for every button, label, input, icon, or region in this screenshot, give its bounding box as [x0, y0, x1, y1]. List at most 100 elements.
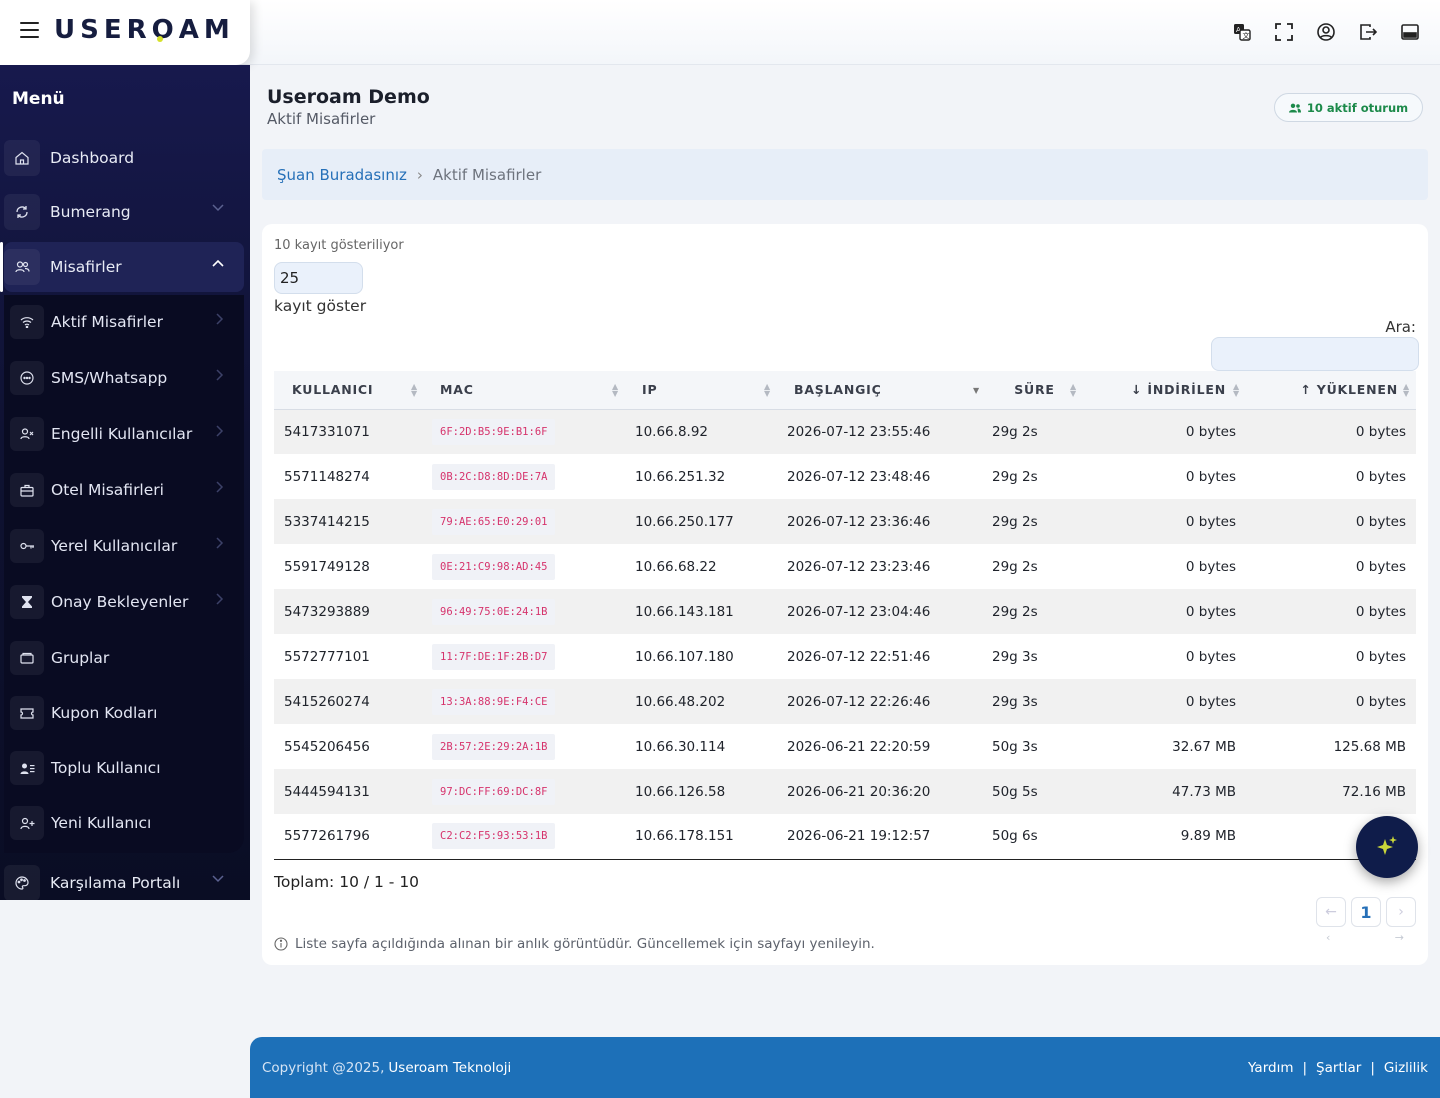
- sidebar-item-aktif-misafirler[interactable]: Aktif Misafirler: [4, 299, 244, 345]
- footer-link-yardim[interactable]: Yardım: [1248, 1060, 1293, 1076]
- table-row[interactable]: 5415260274 13:3A:88:9E:F4:CE 10.66.48.202 2…: [274, 679, 1416, 724]
- table-row[interactable]: 5577261796 C2:C2:F5:93:53:1B 10.66.178.151…: [274, 814, 1416, 859]
- cell-ip: 10.66.68.22: [635, 558, 717, 575]
- cell-downloaded: 32.67 MB: [1172, 738, 1236, 755]
- footer-link-gizlilik[interactable]: Gizlilik: [1384, 1060, 1428, 1076]
- cell-uploaded: 0 bytes: [1355, 513, 1406, 530]
- wifi-icon: [10, 305, 44, 339]
- prev-page-button[interactable]: ←: [1316, 897, 1346, 927]
- chevron-up-icon: [212, 259, 224, 267]
- footer-separator: |: [1302, 1059, 1308, 1076]
- table-row[interactable]: 5444594131 97:DC:FF:69:DC:8F 10.66.126.58 2…: [274, 769, 1416, 814]
- table-row[interactable]: 5337414215 79:AE:65:E0:29:01 10.66.250.177…: [274, 499, 1416, 544]
- ai-assistant-button[interactable]: [1356, 816, 1418, 878]
- panel-icon[interactable]: [1400, 22, 1420, 42]
- mac-address-code: 0E:21:C9:98:AD:45: [432, 553, 556, 580]
- refresh-icon: [4, 194, 40, 230]
- translate-icon[interactable]: A文: [1232, 22, 1252, 42]
- column-header-yuklenen[interactable]: ↑ YÜKLENEN ▲ ▼: [1246, 371, 1416, 410]
- column-header-baslangic[interactable]: BAŞLANGIÇ ▼: [777, 371, 986, 410]
- cell-start: 2026-07-12 23:48:46: [787, 468, 931, 485]
- column-header-label: BAŞLANGIÇ: [794, 382, 882, 398]
- sidebar-item-bumerang[interactable]: Bumerang: [4, 187, 244, 237]
- page-length-select[interactable]: 25: [274, 262, 363, 294]
- cell-user: 5572777101: [284, 648, 370, 665]
- table-row[interactable]: 5591749128 0E:21:C9:98:AD:45 10.66.68.22 20…: [274, 544, 1416, 589]
- page-1-button[interactable]: 1: [1351, 897, 1381, 927]
- search-label: Ara:: [1385, 318, 1416, 336]
- cell-uploaded: 0 bytes: [1355, 423, 1406, 440]
- next-page-button[interactable]: ›: [1386, 897, 1416, 927]
- sidebar-item-otel-misafirleri[interactable]: Otel Misafirleri: [4, 467, 244, 513]
- sidebar-item-gruplar[interactable]: Gruplar: [4, 635, 244, 681]
- page-title: Useroam Demo: [267, 86, 430, 108]
- cell-uploaded: 0 bytes: [1355, 603, 1406, 620]
- search-input[interactable]: [1211, 337, 1419, 371]
- cell-ip: 10.66.48.202: [635, 693, 726, 710]
- submenu-item-label: SMS/Whatsapp: [51, 369, 168, 387]
- sidebar-item-toplu-kullanici[interactable]: Toplu Kullanıcı: [4, 745, 244, 791]
- cell-duration: 50g 5s: [992, 783, 1038, 800]
- sidebar-item-dashboard[interactable]: Dashboard: [4, 133, 244, 183]
- chevron-right-icon: [216, 593, 224, 605]
- active-session-badge[interactable]: 10 aktif oturum: [1274, 93, 1423, 122]
- table-row[interactable]: 5473293889 96:49:75:0E:24:1B 10.66.143.181…: [274, 589, 1416, 634]
- cell-mac: 13:3A:88:9E:F4:CE: [424, 679, 625, 724]
- sidebar-item-onay-bekleyenler[interactable]: Onay Bekleyenler: [4, 579, 244, 625]
- column-header-indirilen[interactable]: ↓ İNDİRİLEN ▲ ▼: [1083, 371, 1246, 410]
- prev-small-arrow[interactable]: ‹: [1326, 931, 1330, 944]
- chevron-right-icon: [216, 369, 224, 381]
- cell-ip: 10.66.251.32: [635, 468, 726, 485]
- sidebar-item-engelli-kullanicilar[interactable]: Engelli Kullanıcılar: [4, 411, 244, 457]
- cell-downloaded: 0 bytes: [1185, 423, 1236, 440]
- chevron-right-icon: [216, 481, 224, 493]
- next-small-arrow[interactable]: →: [1395, 931, 1404, 944]
- table-row[interactable]: 5417331071 6F:2D:B5:9E:B1:6F 10.66.8.92 202…: [274, 409, 1416, 454]
- cell-user: 5577261796: [284, 828, 370, 845]
- cell-user: 5571148274: [284, 468, 370, 485]
- submenu-misafirler: Aktif Misafirler SMS/Whatsapp Engelli Ku…: [4, 295, 244, 853]
- top-bar: USEROAM A文: [0, 0, 1440, 65]
- sidebar-item-karsilama-portali[interactable]: Karşılama Portalı: [4, 858, 244, 900]
- sidebar-item-sms-whatsapp[interactable]: SMS/Whatsapp: [4, 355, 244, 401]
- cell-start: 2026-07-12 23:55:46: [787, 423, 931, 440]
- column-header-mac[interactable]: MAC ▲ ▼: [424, 371, 625, 410]
- column-header-kullanici[interactable]: KULLANICI ▲ ▼: [274, 371, 424, 410]
- company-link[interactable]: Useroam Teknoloji: [388, 1060, 511, 1076]
- active-guests-table: KULLANICI ▲ ▼ MAC ▲ ▼ IP ▲ ▼ BAŞLANGIÇ ▼ SÜRE ▲ ▼…: [274, 371, 1416, 860]
- chevron-down-icon: [212, 204, 224, 212]
- cell-ip: 10.66.30.114: [635, 738, 726, 755]
- sidebar-item-kupon-kodlari[interactable]: Kupon Kodları: [4, 690, 244, 736]
- footer-links: Yardım | Şartlar | Gizlilik: [1248, 1060, 1428, 1076]
- column-header-sure[interactable]: SÜRE ▲ ▼: [986, 371, 1083, 410]
- column-header-ip[interactable]: IP ▲ ▼: [625, 371, 777, 410]
- sidebar-item-misafirler[interactable]: Misafirler: [0, 242, 244, 292]
- cell-start: 2026-07-12 23:04:46: [787, 603, 931, 620]
- session-badge-label: 10 aktif oturum: [1306, 100, 1409, 115]
- footer-separator: |: [1370, 1059, 1375, 1076]
- table-row[interactable]: 5571148274 0B:2C:D8:8D:DE:7A 10.66.251.32 2…: [274, 454, 1416, 499]
- user-icon[interactable]: [1316, 22, 1336, 42]
- table-row[interactable]: 5545206456 2B:57:2E:29:2A:1B 10.66.30.114 2…: [274, 724, 1416, 769]
- breadcrumb-current: Aktif Misafirler: [432, 165, 542, 184]
- chevron-right-icon: [216, 537, 224, 549]
- submenu-item-label: Kupon Kodları: [51, 704, 158, 722]
- fullscreen-icon[interactable]: [1274, 22, 1294, 42]
- submenu-item-label: Aktif Misafirler: [51, 313, 163, 331]
- mac-address-code: 13:3A:88:9E:F4:CE: [432, 688, 556, 715]
- breadcrumb-home-link[interactable]: Şuan Buradasınız: [277, 166, 407, 184]
- sidebar: Menü Dashboard Bumerang Misafirler Aktif…: [0, 65, 250, 900]
- sidebar-item-yerel-kullanicilar[interactable]: Yerel Kullanıcılar: [4, 523, 244, 569]
- cell-mac: 96:49:75:0E:24:1B: [424, 589, 625, 634]
- breadcrumb: Şuan Buradasınız › Aktif Misafirler: [262, 149, 1428, 200]
- logout-icon[interactable]: [1358, 22, 1378, 42]
- cell-duration: 29g 2s: [992, 468, 1038, 485]
- hamburger-menu-icon[interactable]: [20, 22, 39, 38]
- cell-mac: C2:C2:F5:93:53:1B: [424, 814, 625, 859]
- sidebar-item-yeni-kullanici[interactable]: Yeni Kullanıcı: [4, 800, 244, 846]
- footer-link-sartlar[interactable]: Şartlar: [1316, 1060, 1361, 1076]
- table-row[interactable]: 5572777101 11:7F:DE:1F:2B:D7 10.66.107.180…: [274, 634, 1416, 679]
- useroam-logo[interactable]: USEROAM: [54, 15, 235, 45]
- cell-ip: 10.66.178.151: [635, 828, 734, 845]
- cell-uploaded: 0 bytes: [1355, 693, 1406, 710]
